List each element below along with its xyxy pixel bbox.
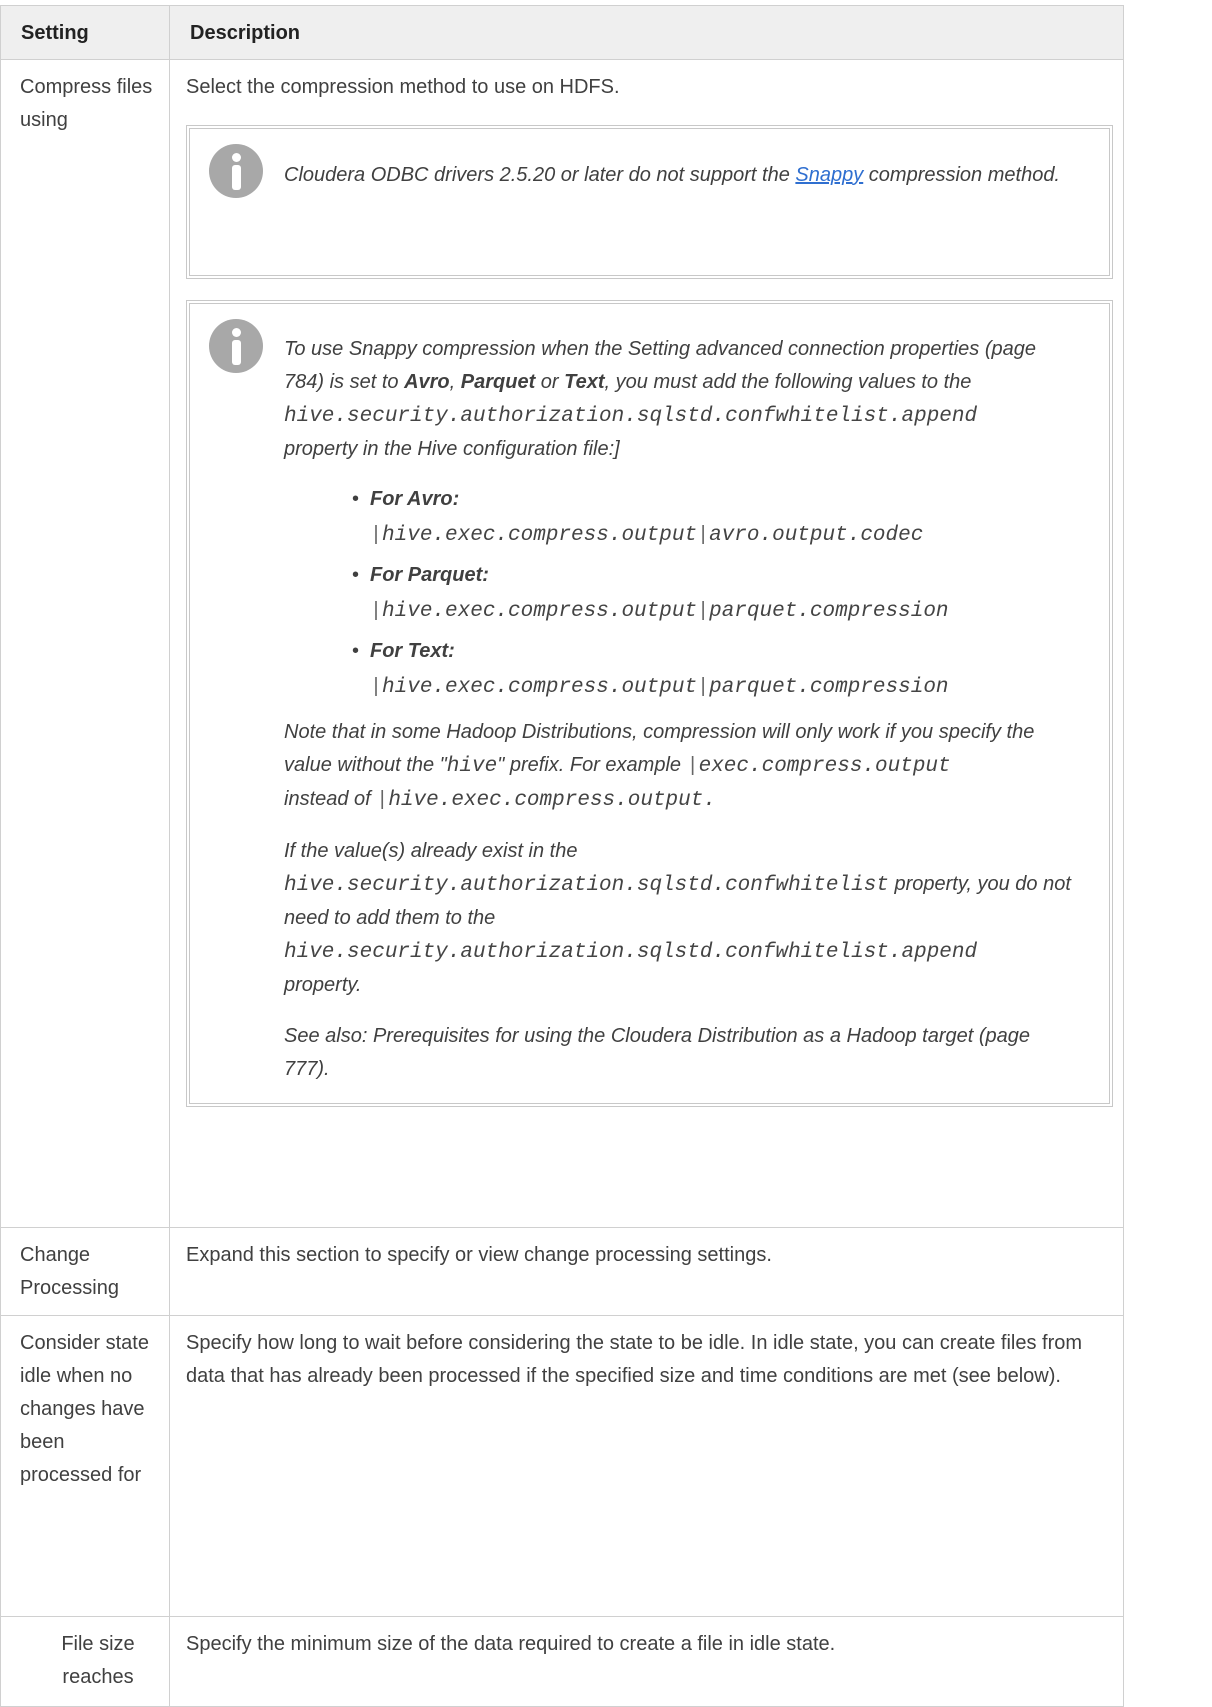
settings-table: Setting Description Compress files using… [0,5,1124,1707]
note-text: Cloudera ODBC drivers 2.5.20 or later do… [284,164,1060,186]
description-cell: Specify how long to wait before consider… [169,1315,1124,1617]
existing-values-note: If the value(s) already exist in the hive… [284,840,1071,996]
table-row-file-size: File size reaches Specify the minimum si… [0,1616,1124,1707]
note-box-snappy-config: To use Snappy compression when the Setti… [186,300,1113,1107]
note-intro: To use Snappy compression when the Setti… [284,338,1036,460]
table-row-change-processing: Change Processing Expand this section to… [0,1227,1124,1316]
list-item: For Text:|hive.exec.compress.output|parq… [352,634,1079,705]
description-text: Select the compression method to use on … [186,76,620,98]
setting-cell: Compress files using [0,59,170,1228]
table-row-consider-idle: Consider state idle when no changes have… [0,1315,1124,1617]
setting-cell: Consider state idle when no changes have… [0,1315,170,1617]
info-icon [209,144,263,198]
list-item: For Parquet:|hive.exec.compress.output|p… [352,558,1079,629]
description-cell: Select the compression method to use on … [169,59,1124,1228]
table-header-row: Setting Description [0,5,1124,60]
description-cell: Specify the minimum size of the data req… [169,1616,1124,1707]
note-box-snappy-support: Cloudera ODBC drivers 2.5.20 or later do… [186,125,1113,279]
column-header-setting: Setting [0,5,170,60]
config-values-list: For Avro:|hive.exec.compress.output|avro… [284,482,1079,705]
description-cell: Expand this section to specify or view c… [169,1227,1124,1316]
snappy-link[interactable]: Snappy [795,164,863,186]
info-icon [209,319,263,373]
see-also-text: See also: Prerequisites for using the Cl… [284,1025,1030,1080]
setting-cell: Change Processing [0,1227,170,1316]
property-name: hive.security.authorization.sqlstd.confw… [284,405,978,428]
column-header-description: Description [169,5,1124,60]
hadoop-note: Note that in some Hadoop Distributions, … [284,721,1035,812]
setting-cell: File size reaches [0,1616,170,1707]
table-row-compress-files: Compress files using Select the compress… [0,59,1124,1228]
list-item: For Avro:|hive.exec.compress.output|avro… [352,482,1079,553]
